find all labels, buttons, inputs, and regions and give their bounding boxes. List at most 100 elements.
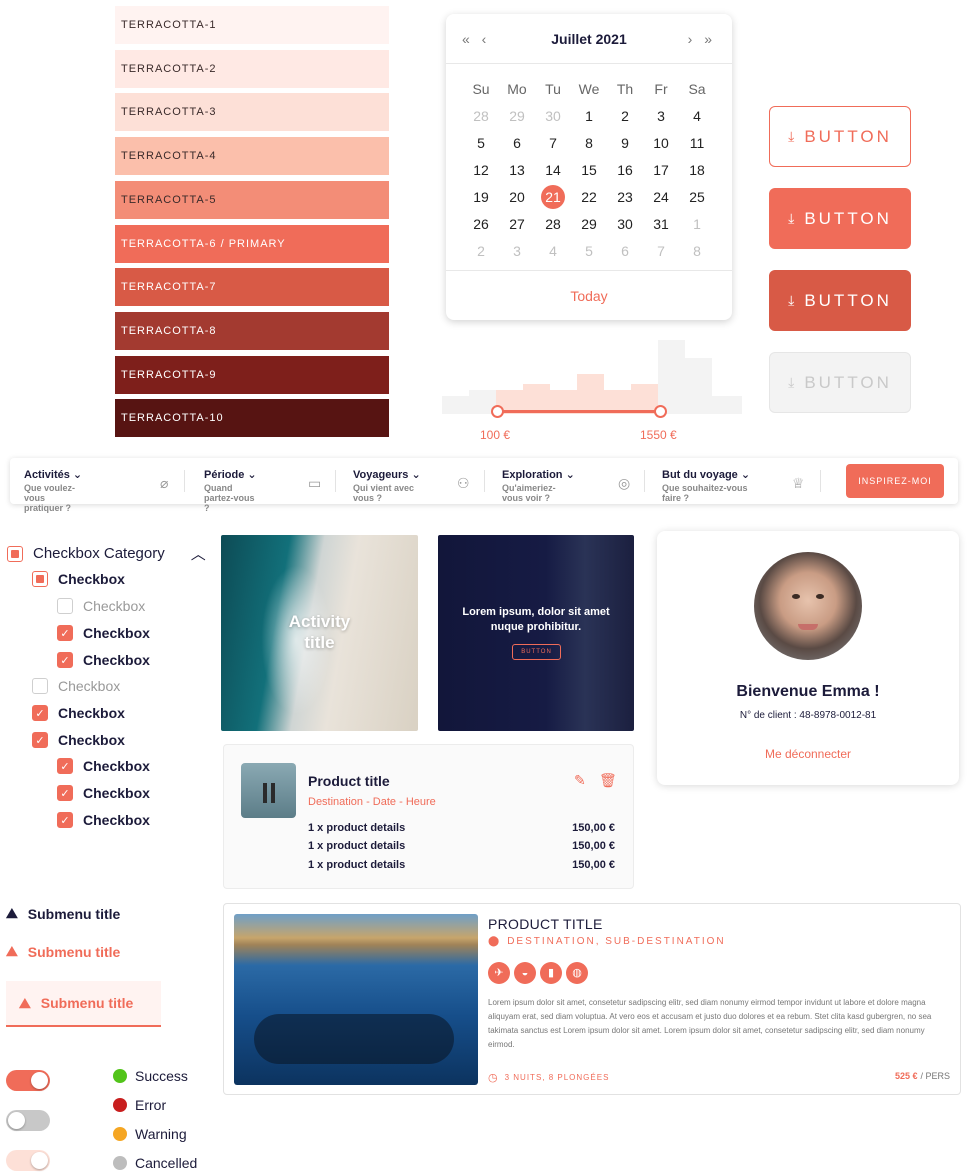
calendar-day[interactable]: 30 [607,211,643,238]
calendar-day[interactable]: 12 [463,157,499,184]
calendar-day[interactable]: 26 [463,211,499,238]
calendar-day-selected[interactable]: 21 [535,184,571,211]
checkbox-item[interactable]: ✓ Checkbox [32,705,125,721]
calendar-day[interactable]: 23 [607,184,643,211]
promo-button[interactable]: BUTTON [512,644,561,660]
activity-card[interactable]: Activity title [221,535,418,731]
calendar-day-number: 17 [653,162,669,178]
calendar-day[interactable]: 15 [571,157,607,184]
button-primary[interactable]: ⤓ BUTTON [769,188,911,249]
calendar-day[interactable]: 3 [499,238,535,265]
surf-icon: ✈ [488,962,510,984]
price-slider-min-handle[interactable] [491,405,504,418]
checkbox-checked[interactable]: ✓ [57,625,73,641]
calendar-day[interactable]: 28 [535,211,571,238]
checkbox-category[interactable]: Checkbox Category ︿ [7,543,206,564]
calendar-day[interactable]: 20 [499,184,535,211]
trip-card[interactable]: PRODUCT TITLE ⬤ DESTINATION, SUB-DESTINAT… [223,903,961,1095]
calendar-day[interactable]: 4 [535,238,571,265]
search-field-periode[interactable]: Période ⌄ Quand partez-vous ? ▭ [204,468,321,513]
search-field-voyageurs[interactable]: Voyageurs ⌄ Qui vient avec vous ? ⚇ [353,468,470,503]
palette-swatch: TERRACOTTA-4 [115,137,389,176]
calendar-day[interactable]: 24 [643,184,679,211]
calendar-day[interactable]: 14 [535,157,571,184]
search-field-activites[interactable]: Activités ⌄ Que voulez-vous pratiquer ? … [24,468,168,513]
logout-link[interactable]: Me déconnecter [657,747,959,761]
calendar-day-number: 6 [513,135,521,151]
checkbox-checked[interactable]: ✓ [57,652,73,668]
calendar-day[interactable]: 7 [643,238,679,265]
chevron-up-icon[interactable]: ︿ [191,543,206,564]
calendar-day[interactable]: 29 [499,103,535,130]
checkbox-item[interactable]: ✓ Checkbox [57,652,150,668]
calendar-day[interactable]: 17 [643,157,679,184]
calendar-day[interactable]: 22 [571,184,607,211]
checkbox-item[interactable]: ✓ Checkbox [57,758,150,774]
checkbox-checked[interactable]: ✓ [57,758,73,774]
checkbox-checked[interactable]: ✓ [32,705,48,721]
checkbox-indeterminate[interactable] [7,545,23,562]
calendar-day[interactable]: 6 [607,238,643,265]
calendar-day[interactable]: 31 [643,211,679,238]
status-error: Error [113,1097,166,1113]
calendar-day[interactable]: 25 [679,184,715,211]
button-pressed[interactable]: ⤓ BUTTON [769,270,911,331]
submenu-item-hover[interactable]: ⛰ Submenu title [6,943,120,960]
calendar-day[interactable]: 3 [643,103,679,130]
calendar-prev-icon[interactable]: « ‹ [462,31,490,47]
calendar-next-icon[interactable]: › » [688,31,716,47]
submenu-item-active[interactable]: ⛰ Submenu title [6,981,161,1027]
checkbox-item[interactable]: Checkbox [32,678,120,694]
calendar-day[interactable]: 8 [679,238,715,265]
calendar-day[interactable]: 5 [571,238,607,265]
checkbox-item[interactable]: ✓ Checkbox [57,812,150,828]
submenu-item-default[interactable]: ⛰ Submenu title [6,905,120,922]
status-cancelled: Cancelled [113,1155,197,1171]
calendar-day[interactable]: 2 [463,238,499,265]
calendar-day[interactable]: 16 [607,157,643,184]
palette-swatch: TERRACOTTA-6 / PRIMARY [115,224,389,263]
checkbox-checked[interactable]: ✓ [57,812,73,828]
toggle-on[interactable] [6,1070,50,1091]
calendar-day[interactable]: 5 [463,130,499,157]
search-field-hint: Que voulez-vous pratiquer ? [24,483,76,513]
checkbox-unchecked[interactable] [32,678,48,694]
calendar-day[interactable]: 28 [463,103,499,130]
checkbox-checked[interactable]: ✓ [57,785,73,801]
inspirez-moi-button[interactable]: INSPIREZ-MOI [846,464,944,498]
checkbox-indeterminate[interactable] [32,571,48,587]
calendar-day[interactable]: 1 [571,103,607,130]
calendar-day-number: 16 [617,162,633,178]
trash-icon[interactable]: 🗑 [599,772,617,789]
calendar-day[interactable]: 27 [499,211,535,238]
calendar-day[interactable]: 7 [535,130,571,157]
edit-icon[interactable]: ✎ [574,772,586,789]
calendar-day[interactable]: 1 [679,211,715,238]
checkbox-item[interactable]: ✓ Checkbox [57,625,150,641]
calendar-day[interactable]: 9 [607,130,643,157]
calendar-day[interactable]: 2 [607,103,643,130]
checkbox-unchecked[interactable] [57,598,73,614]
calendar-today-link[interactable]: Today [446,270,732,320]
checkbox-item[interactable]: Checkbox [32,571,125,587]
price-slider-max-handle[interactable] [654,405,667,418]
calendar-day[interactable]: 18 [679,157,715,184]
checkbox-checked[interactable]: ✓ [32,732,48,748]
button-outline[interactable]: ⤓ BUTTON [769,106,911,167]
checkbox-item[interactable]: ✓ Checkbox [57,785,150,801]
calendar-day[interactable]: 19 [463,184,499,211]
toggle-off[interactable] [6,1110,50,1131]
calendar-day[interactable]: 8 [571,130,607,157]
search-field-exploration[interactable]: Exploration ⌄ Qu'aimeriez-vous voir ? ◎ [502,468,630,503]
calendar-day[interactable]: 13 [499,157,535,184]
checkbox-item[interactable]: ✓ Checkbox [32,732,125,748]
calendar-day[interactable]: 29 [571,211,607,238]
search-field-label: Voyageurs [353,469,409,481]
checkbox-item[interactable]: Checkbox [57,598,145,614]
calendar-day[interactable]: 30 [535,103,571,130]
search-field-but-du-voyage[interactable]: But du voyage ⌄ Que souhaitez-vous faire… [662,468,805,503]
calendar-day[interactable]: 11 [679,130,715,157]
calendar-day[interactable]: 10 [643,130,679,157]
calendar-day[interactable]: 6 [499,130,535,157]
calendar-day[interactable]: 4 [679,103,715,130]
